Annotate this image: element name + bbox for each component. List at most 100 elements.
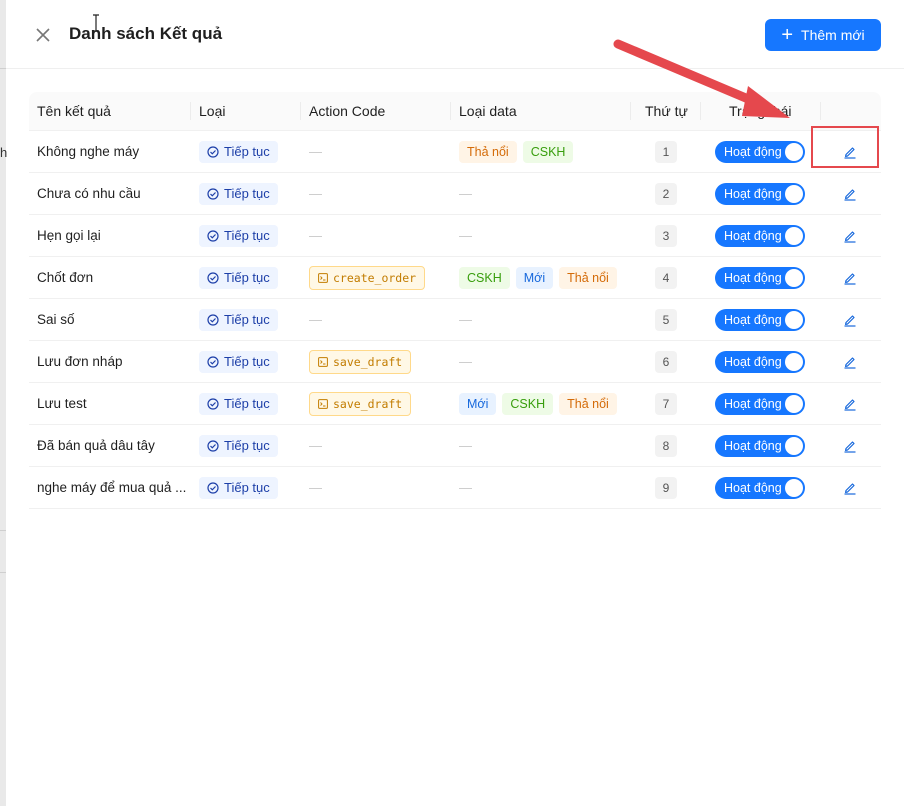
action-code: — (309, 131, 322, 172)
edit-button[interactable] (843, 439, 857, 453)
result-type: Tiếp tục (199, 257, 278, 298)
type-label: Tiếp tục (224, 144, 270, 159)
status-toggle[interactable]: Hoạt động (715, 350, 805, 373)
type-label: Tiếp tục (224, 354, 270, 369)
edit-button[interactable] (843, 313, 857, 327)
check-circle-icon (207, 355, 219, 368)
result-type: Tiếp tục (199, 299, 278, 340)
type-tag: Tiếp tục (199, 392, 278, 415)
status-toggle[interactable]: Hoạt động (715, 392, 805, 415)
edit-button[interactable] (843, 355, 857, 369)
empty-placeholder: — (309, 312, 322, 327)
type-tag: Tiếp tục (199, 266, 278, 289)
status-toggle[interactable]: Hoạt động (715, 182, 805, 205)
status-toggle-label: Hoạt động (724, 186, 782, 201)
data-type-tag: Mới (459, 392, 497, 415)
status-toggle[interactable]: Hoạt động (715, 308, 805, 331)
status-cell: Hoạt động (715, 467, 805, 508)
type-label: Tiếp tục (224, 186, 270, 201)
empty-placeholder: — (459, 312, 472, 327)
type-label: Tiếp tục (224, 438, 270, 453)
action-code: — (309, 299, 322, 340)
result-name-text: Hẹn gọi lại (37, 228, 101, 243)
order-cell: 3 (655, 215, 677, 256)
table-row: Hẹn gọi lại Tiếp tục — — 3 Hoạt động (29, 215, 881, 257)
status-cell: Hoạt động (715, 131, 805, 172)
column-header-status: Trạng thái (729, 103, 792, 119)
edit-button[interactable] (843, 229, 857, 243)
action-code-text: create_order (333, 270, 417, 285)
empty-placeholder: — (309, 438, 322, 453)
table-row: Đã bán quả dâu tây Tiếp tục — — 8 Hoạt đ… (29, 425, 881, 467)
check-circle-icon (207, 145, 219, 158)
status-toggle-label: Hoạt động (724, 144, 782, 159)
status-toggle-label: Hoạt động (724, 438, 782, 453)
result-name-text: nghe máy để mua quả ... (37, 480, 187, 495)
edit-pencil-icon (844, 188, 856, 201)
status-toggle[interactable]: Hoạt động (715, 266, 805, 289)
result-name-text: Đã bán quả dâu tây (37, 438, 155, 453)
edit-pencil-icon (844, 230, 856, 243)
modal-header: Danh sách Kết quả + Thêm mới (6, 0, 904, 69)
status-toggle[interactable]: Hoạt động (715, 224, 805, 247)
data-type-tag: Thả nổi (559, 266, 617, 289)
table-row: nghe máy để mua quả ... Tiếp tục — — 9 H… (29, 467, 881, 509)
action-code: — (309, 173, 322, 214)
action-code: save_draft (309, 341, 412, 382)
annotation-highlight-box (811, 126, 879, 168)
result-name: Không nghe máy (37, 131, 139, 172)
edit-button[interactable] (843, 187, 857, 201)
type-label: Tiếp tục (224, 270, 270, 285)
close-button[interactable] (33, 25, 53, 45)
status-cell: Hoạt động (715, 425, 805, 466)
status-toggle[interactable]: Hoạt động (715, 434, 805, 457)
add-new-button[interactable]: + Thêm mới (765, 19, 881, 51)
result-type: Tiếp tục (199, 131, 278, 172)
status-cell: Hoạt động (715, 257, 805, 298)
edit-button[interactable] (843, 481, 857, 495)
action-code-tag: save_draft (309, 349, 412, 374)
table-row: Chốt đơn Tiếp tục create_order CSKH Mới Th… (29, 257, 881, 299)
action-code: save_draft (309, 383, 412, 424)
empty-placeholder: — (459, 438, 472, 453)
result-name: Chưa có nhu cầu (37, 173, 141, 214)
toggle-knob (785, 184, 803, 203)
order-cell: 7 (655, 383, 677, 424)
action-code: — (309, 425, 322, 466)
table-header: Tên kết quả Loại Action Code Loại data T… (29, 92, 881, 131)
table-row: Không nghe máy Tiếp tục — Thả nổi CSKH 1 … (29, 131, 881, 173)
type-tag: Tiếp tục (199, 140, 278, 163)
table-row: Sai số Tiếp tục — — 5 Hoạt động (29, 299, 881, 341)
status-toggle-label: Hoạt động (724, 270, 782, 285)
edit-cell (843, 341, 857, 382)
code-icon (318, 272, 328, 283)
type-label: Tiếp tục (224, 228, 270, 243)
status-toggle[interactable]: Hoạt động (715, 140, 805, 163)
edit-pencil-icon (844, 482, 856, 495)
data-type-tag: CSKH (502, 392, 554, 415)
type-tag: Tiếp tục (199, 476, 278, 499)
edit-cell (843, 299, 857, 340)
data-types: — (459, 341, 472, 382)
type-label: Tiếp tục (224, 480, 270, 495)
status-cell: Hoạt động (715, 383, 805, 424)
action-code: — (309, 215, 322, 256)
action-code-tag: save_draft (309, 391, 412, 416)
edit-cell (843, 425, 857, 466)
order-badge: 9 (655, 476, 677, 499)
code-icon (318, 356, 328, 367)
edit-button[interactable] (843, 271, 857, 285)
edit-button[interactable] (843, 397, 857, 411)
type-tag: Tiếp tục (199, 434, 278, 457)
data-type-tag: Thả nổi (559, 392, 617, 415)
edit-pencil-icon (844, 398, 856, 411)
result-name-text: Chốt đơn (37, 270, 94, 285)
status-cell: Hoạt động (715, 299, 805, 340)
edit-cell (843, 215, 857, 256)
toggle-knob (785, 394, 803, 413)
data-type-tag: CSKH (459, 266, 510, 289)
order-cell: 6 (655, 341, 677, 382)
order-cell: 2 (655, 173, 677, 214)
status-toggle[interactable]: Hoạt động (715, 476, 805, 499)
check-circle-icon (207, 397, 219, 410)
